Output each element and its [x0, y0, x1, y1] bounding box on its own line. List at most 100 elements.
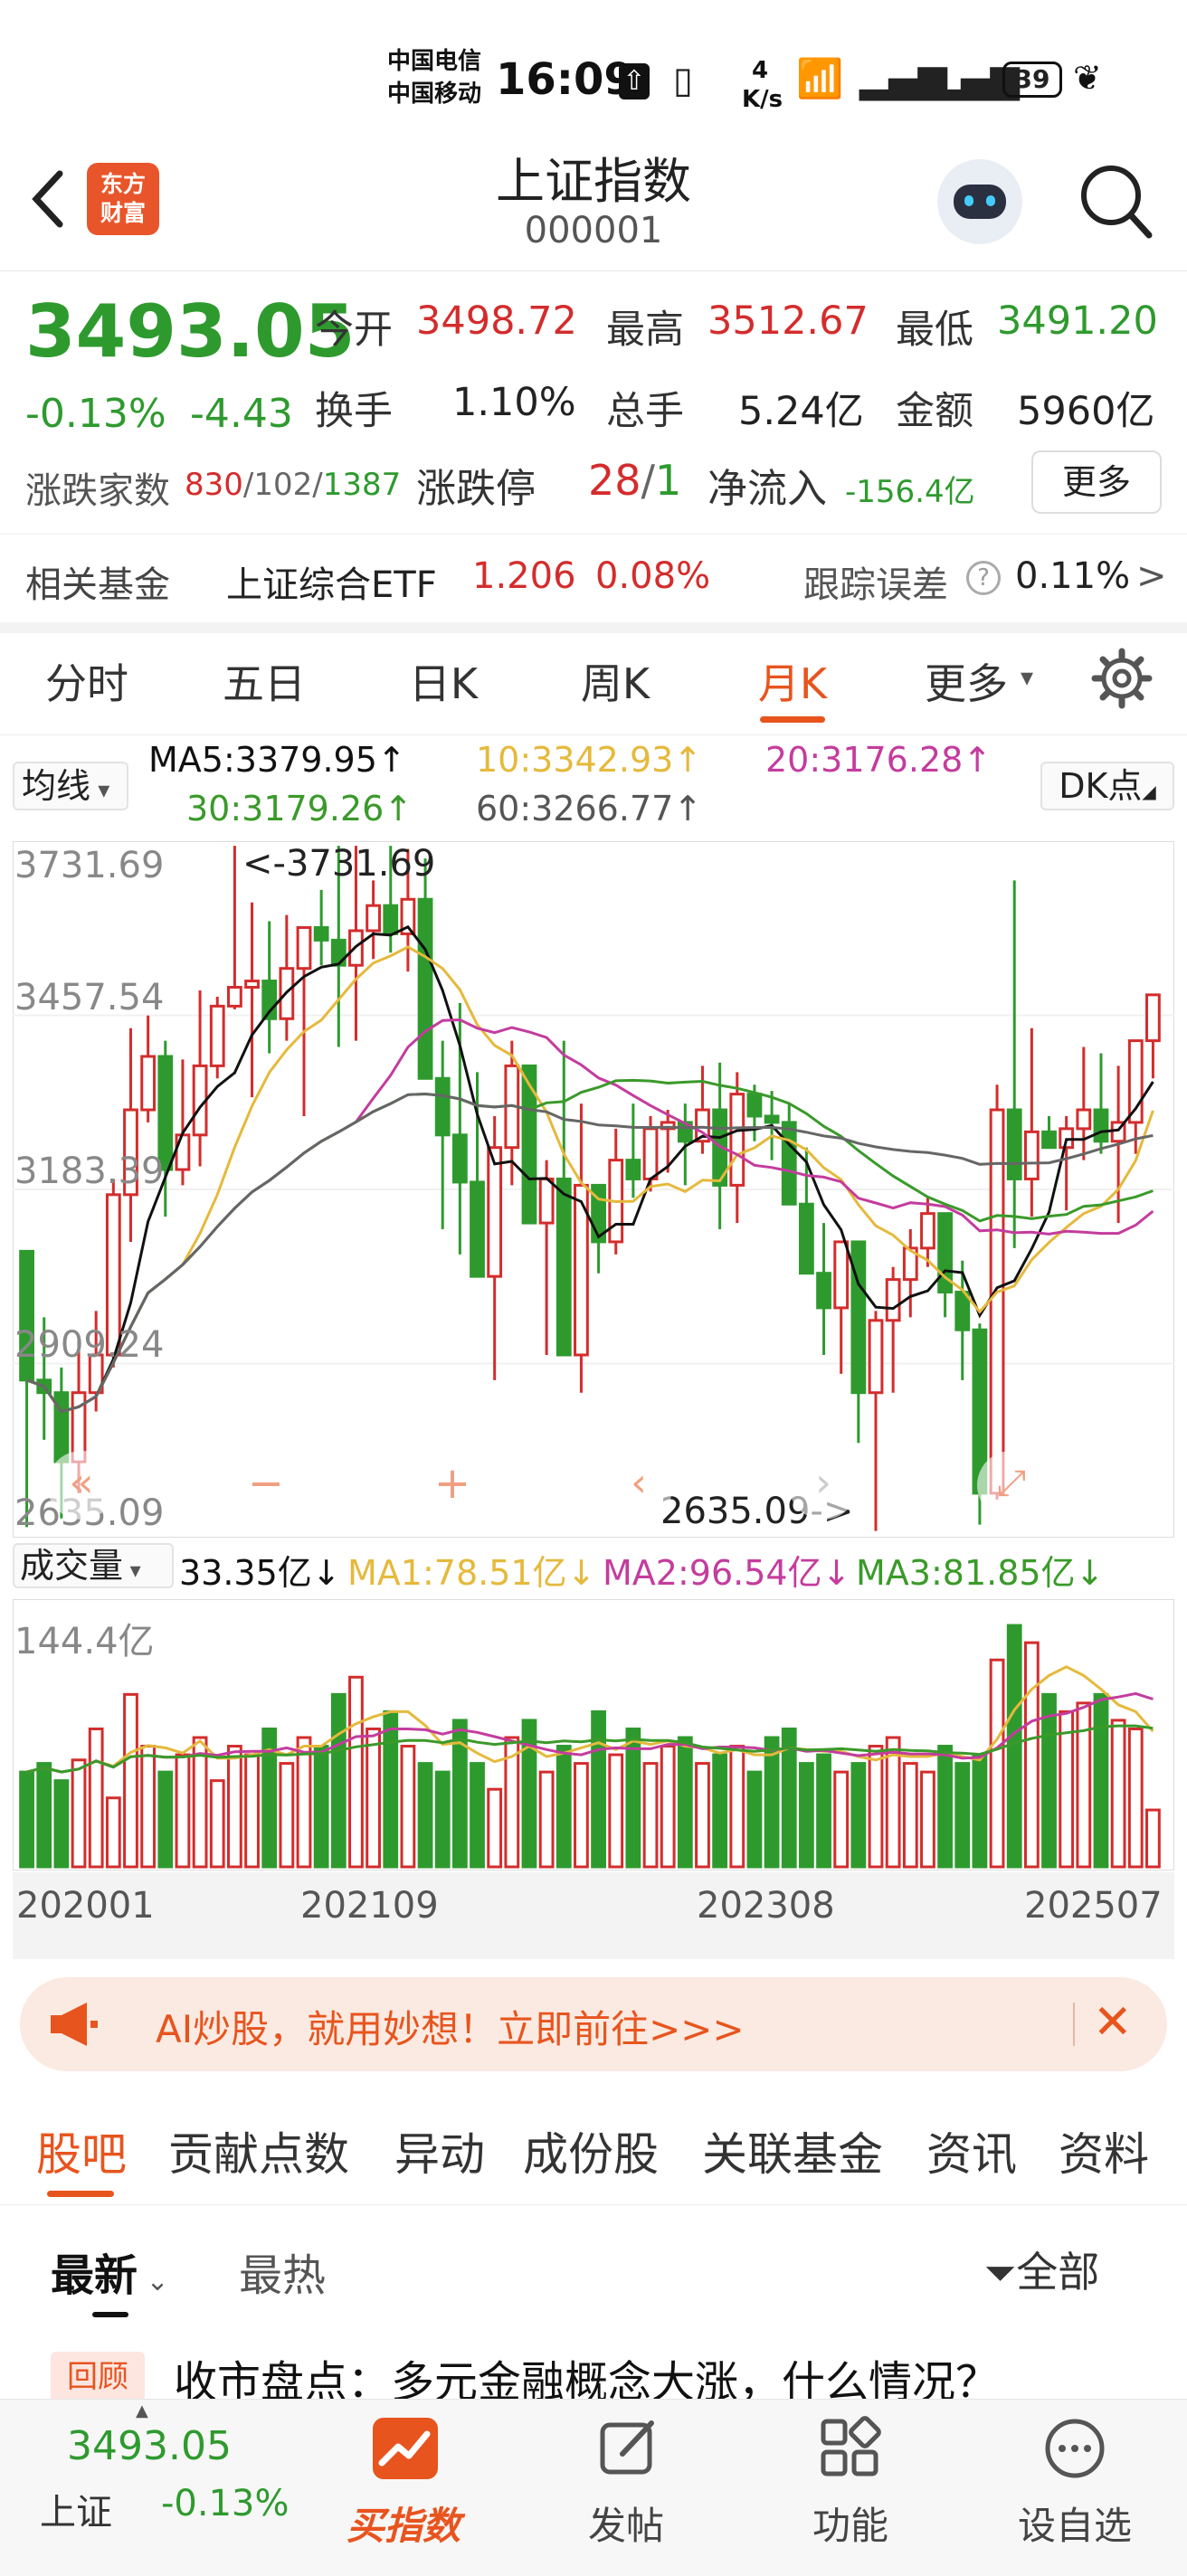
post-icon — [597, 2416, 660, 2479]
volume-bar-up — [902, 1762, 918, 1869]
x-tick: 202001 — [16, 1885, 155, 1927]
ma60-text: 60:3266.77 — [476, 789, 674, 829]
ma60-value: 60:3266.77↑ — [476, 789, 702, 829]
y-tick: 3731.69 — [14, 845, 165, 886]
sort-latest-label: 最新 — [51, 2250, 138, 2301]
volume-bar-up — [296, 1736, 312, 1869]
tab-more[interactable]: 更多 — [912, 651, 1021, 711]
candle-up — [538, 1177, 555, 1225]
tab-weekly-k[interactable]: 周K — [552, 651, 679, 711]
fund-name[interactable]: 上证综合ETF — [226, 555, 437, 608]
change-pct: -0.13% — [25, 391, 166, 437]
volume-chart[interactable] — [13, 1599, 1174, 1870]
volume-current-text: 33.35亿 — [179, 1553, 312, 1593]
search-button[interactable] — [1077, 159, 1154, 241]
amount-value: 5960亿 — [1017, 389, 1155, 434]
current-price: 3493.05 — [25, 289, 356, 374]
wifi-icon: 📶 — [796, 56, 844, 100]
tab-monthly-k[interactable]: 月K — [729, 651, 856, 711]
inflow-label: 净流入 — [707, 466, 827, 512]
candle-up — [1023, 1130, 1040, 1180]
scroll-right-button[interactable]: › — [789, 1451, 858, 1520]
vol-ma3: MA3:81.85亿↓ — [856, 1545, 1104, 1595]
volume-bar-up — [209, 1779, 225, 1869]
y-tick: 2909.24 — [14, 1324, 165, 1366]
caret-down-icon: ▾ — [90, 777, 110, 804]
tab-related-funds[interactable]: 关联基金 — [702, 2118, 883, 2183]
tab-constituents[interactable]: 成份股 — [523, 2118, 659, 2183]
scroll-left-button[interactable]: ‹ — [604, 1451, 673, 1520]
help-icon[interactable]: ? — [966, 561, 1001, 595]
active-tab-indicator — [760, 716, 825, 723]
zoom-in-button[interactable]: + — [418, 1451, 487, 1520]
tab-contribution[interactable]: 贡献点数 — [168, 2118, 349, 2183]
volume-value: 5.24亿 — [738, 389, 864, 434]
function-button[interactable]: 功能 — [760, 2496, 941, 2551]
volume-bar-up — [1076, 1701, 1092, 1869]
candle-down — [470, 1180, 485, 1278]
tab-five-day[interactable]: 五日 — [201, 651, 328, 711]
chevron-right-icon: > — [1136, 555, 1167, 597]
volume-bar-up — [1110, 1719, 1126, 1869]
robot-avatar-icon[interactable] — [937, 159, 1022, 244]
fullscreen-button[interactable]: ⤢ — [977, 1451, 1046, 1520]
settings-button[interactable] — [1091, 646, 1153, 711]
volume-bar-up — [105, 1796, 121, 1869]
volume-bar-up — [226, 1745, 242, 1869]
up-arrow-icon: ↑ — [673, 789, 703, 829]
volume-bar-up — [642, 1762, 659, 1869]
tab-intraday[interactable]: 分时 — [24, 651, 150, 711]
candle-down — [556, 1177, 572, 1357]
vol-ma1-text: MA1:78.51亿 — [347, 1553, 567, 1593]
low-label: 最低 — [896, 308, 973, 353]
caret-up-icon: ▲ — [136, 2401, 148, 2420]
tab-daily-k[interactable]: 日K — [380, 651, 507, 711]
kline-chart[interactable] — [13, 841, 1174, 1538]
clock: 16:09 — [496, 54, 634, 105]
ma-select-label: 均线 — [22, 766, 91, 806]
post-button[interactable]: 发帖 — [536, 2496, 717, 2551]
up-arrow-icon: ↑ — [376, 740, 406, 780]
back-button[interactable] — [22, 163, 76, 235]
volume-bar-down — [36, 1762, 52, 1869]
buy-index-button[interactable]: 买指数 — [313, 2496, 494, 2551]
more-button[interactable]: 更多 — [1031, 450, 1162, 514]
scroll-left-fast-button[interactable]: « — [47, 1451, 116, 1520]
tab-anomaly[interactable]: 异动 — [394, 2118, 485, 2183]
volume-y-tick: 144.4亿 — [14, 1621, 155, 1662]
volume-bar-up — [487, 1787, 503, 1869]
filter-button[interactable]: ⏷全部 — [984, 2240, 1099, 2299]
sort-latest[interactable]: 最新 ⌄ — [51, 2240, 169, 2303]
candle-down — [850, 1240, 867, 1395]
logo-line1: 东方 — [100, 171, 146, 197]
ai-banner[interactable]: AI炒股，就用妙想！立即前往>>> ✕ — [20, 1977, 1167, 2071]
volume-bar-up — [1145, 1808, 1161, 1869]
tab-guba[interactable]: 股吧 — [36, 2118, 127, 2183]
tab-info[interactable]: 资料 — [1059, 2118, 1149, 2183]
zoom-out-button[interactable]: − — [232, 1451, 300, 1520]
volume-bar-up — [88, 1727, 104, 1869]
volume-select[interactable]: 成交量 ▾ — [13, 1543, 174, 1588]
sort-hot[interactable]: 最热 — [239, 2240, 326, 2303]
ma10-value: 10:3342.93↑ — [476, 740, 702, 780]
turnover-label: 换手 — [315, 389, 393, 434]
post-title[interactable]: 收市盘点：多元金融概念大涨，什么情况？ — [174, 2346, 1169, 2399]
ma20-text: 20:3176.28 — [765, 740, 964, 780]
add-watchlist-button[interactable]: 设自选 — [984, 2496, 1165, 2551]
volume-bar-down — [1041, 1692, 1057, 1869]
active-tab-indicator — [47, 2191, 114, 2197]
candle-up — [1076, 1108, 1092, 1131]
tab-news[interactable]: 资讯 — [926, 2118, 1017, 2183]
volume-bar-down — [850, 1762, 867, 1869]
close-icon[interactable]: ✕ — [1093, 1995, 1133, 2050]
megaphone-icon — [47, 1997, 101, 2051]
ma20-value: 20:3176.28↑ — [765, 740, 992, 780]
volume-current: 33.35亿↓ — [179, 1545, 341, 1595]
dk-point-button[interactable]: DK点◢ — [1040, 762, 1174, 810]
candle-down — [954, 1291, 971, 1331]
tracking-value: 0.11% — [1015, 555, 1131, 597]
ma-select[interactable]: 均线 ▾ — [13, 762, 128, 810]
high-value: 3512.67 — [707, 298, 869, 344]
vol-ma2-text: MA2:96.54亿 — [603, 1553, 822, 1593]
more-dots-icon — [1042, 2416, 1107, 2481]
